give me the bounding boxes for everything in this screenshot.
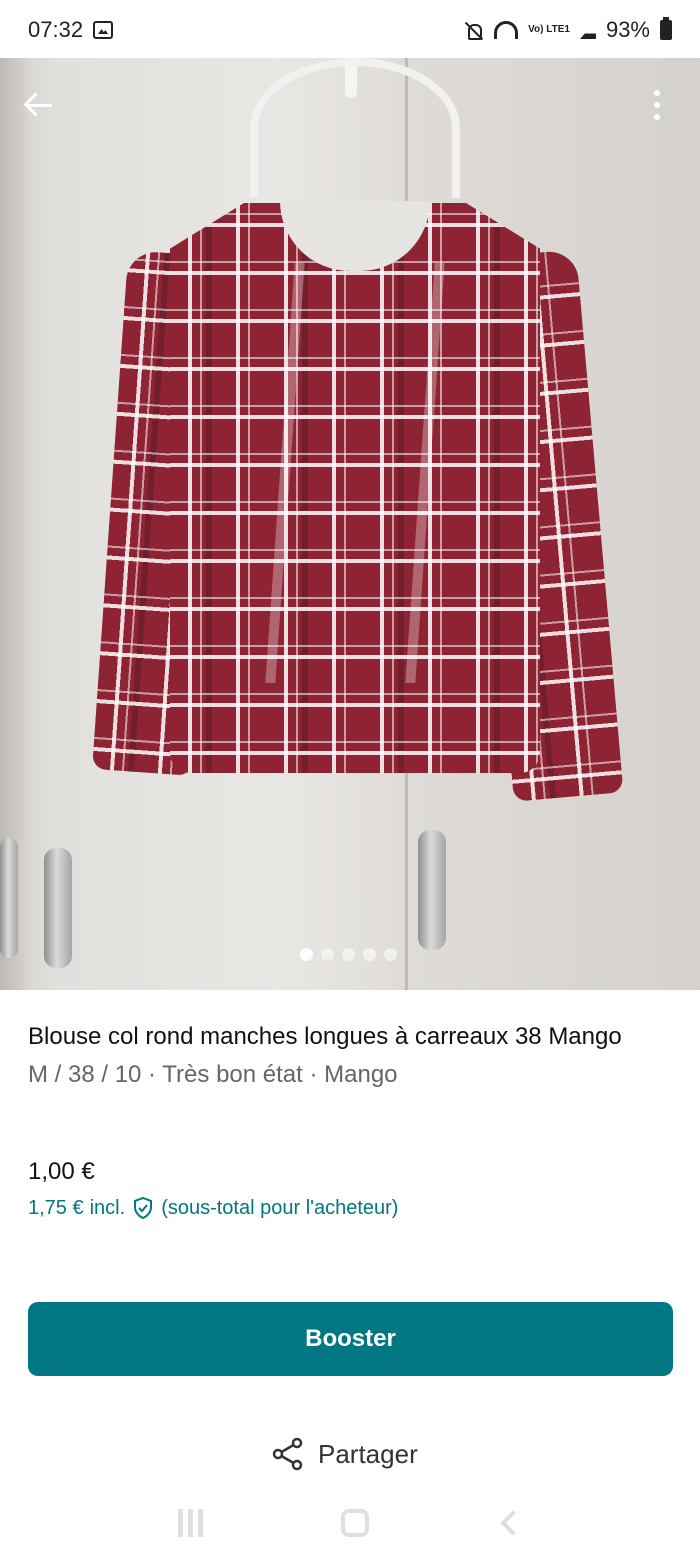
carousel-dot[interactable] [384, 948, 397, 961]
recents-button[interactable] [177, 1509, 206, 1537]
mute-icon [464, 20, 484, 40]
price-incl-label: incl. [89, 1196, 126, 1219]
cabinet-handle [0, 838, 18, 958]
home-button[interactable] [340, 1509, 369, 1537]
item-details: Blouse col rond manches longues à carrea… [28, 1018, 672, 1092]
more-icon [654, 90, 660, 120]
wifi-icon [494, 21, 519, 39]
carousel-dots [300, 948, 397, 961]
cabinet-handle [44, 848, 72, 968]
item-photo[interactable] [0, 58, 700, 990]
back-arrow-icon [24, 90, 54, 120]
battery-percent: 93% [605, 17, 650, 42]
status-right: Vo) LTE1 93% [464, 17, 672, 43]
status-time: 07:32 [28, 17, 84, 42]
item-title: Blouse col rond manches longues à carrea… [28, 1023, 622, 1050]
price-incl-row[interactable]: 1,75 € incl. (sous-total pour l'acheteur… [28, 1196, 398, 1220]
item-price: 1,00 € [28, 1158, 95, 1185]
status-left: 07:32 [28, 17, 114, 43]
booster-button[interactable]: Booster [28, 1302, 673, 1376]
system-back-button[interactable] [500, 1510, 527, 1536]
carousel-dot[interactable] [300, 948, 313, 961]
more-options-button[interactable] [632, 80, 682, 130]
share-label: Partager [318, 1438, 418, 1469]
system-nav-bar [0, 1490, 700, 1556]
gallery-notification-icon [93, 21, 114, 39]
blouse-image [91, 201, 624, 828]
price-incl-note: (sous-total pour l'acheteur) [161, 1196, 399, 1219]
item-subtitle: M / 38 / 10 · Très bon état · Mango [28, 1061, 398, 1088]
share-icon [272, 1437, 303, 1471]
carousel-dot[interactable] [321, 948, 334, 961]
blouse-ruffle [265, 263, 445, 683]
price-incl-value: 1,75 € [28, 1196, 84, 1219]
signal-icon [579, 21, 596, 39]
carousel-dot[interactable] [342, 948, 355, 961]
back-button[interactable] [14, 80, 64, 130]
battery-icon [660, 17, 672, 40]
hanger [250, 58, 460, 198]
carousel-dot[interactable] [363, 948, 376, 961]
shield-check-icon [134, 1196, 153, 1220]
volte-label: Vo) LTE1 [528, 24, 570, 35]
cabinet-handle [418, 830, 446, 950]
status-bar: 07:32 Vo) LTE1 93% [0, 0, 700, 60]
share-button[interactable]: Partager [270, 1430, 418, 1478]
